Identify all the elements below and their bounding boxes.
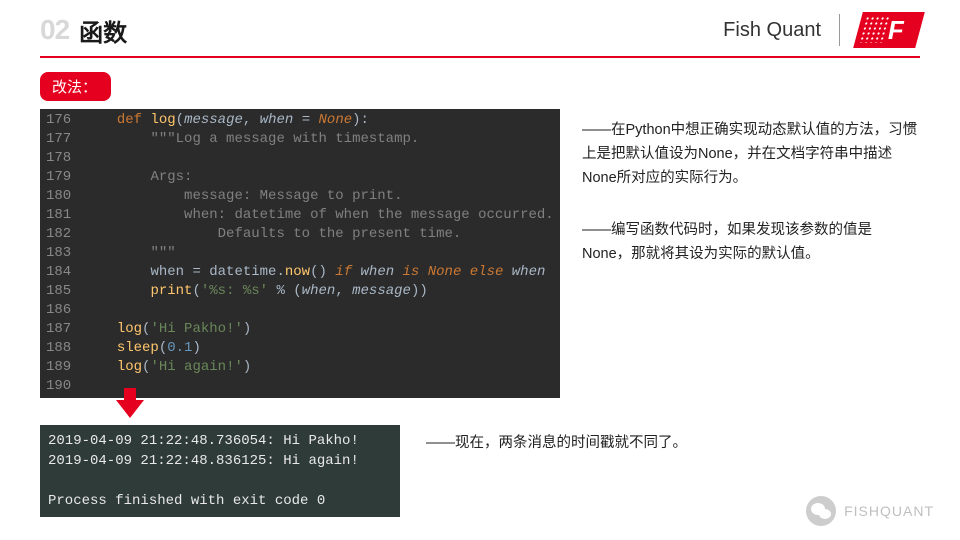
chapter-number: 02 (40, 14, 69, 46)
code-line (83, 377, 553, 396)
down-arrow-icon (116, 400, 144, 418)
chapter-title: 函数 (79, 13, 127, 48)
footer-watermark: FISHQUANT (806, 496, 934, 526)
brand-separator (839, 14, 840, 46)
code-line: sleep(0.1) (83, 339, 553, 358)
code-line (83, 301, 553, 320)
code-line: def log(message, when = None): (83, 111, 553, 130)
code-line: message: Message to print. (83, 187, 553, 206)
arrow-indicator (40, 400, 220, 423)
explanation-column: ——在Python中想正确实现动态默认值的方法，习惯上是把默认值设为None，并… (582, 109, 920, 398)
content-row: 1761771781791801811821831841851861871881… (0, 109, 960, 398)
code-editor: 1761771781791801811821831841851861871881… (40, 109, 560, 398)
code-line: """Log a message with timestamp. (83, 130, 553, 149)
output-explanation: ——现在，两条消息的时间戳就不同了。 (426, 425, 687, 452)
terminal-output: 2019-04-09 21:22:48.736054: Hi Pakho! 20… (40, 425, 400, 517)
code-line: log('Hi Pakho!') (83, 320, 553, 339)
page-header: 02 函数 Fish Quant F (0, 0, 960, 56)
code-line: Args: (83, 168, 553, 187)
code-line: log('Hi again!') (83, 358, 553, 377)
footer-account: FISHQUANT (844, 503, 934, 519)
brand-name: Fish Quant (723, 19, 821, 42)
code-column: 1761771781791801811821831841851861871881… (40, 109, 560, 398)
explanation-paragraph-1: ——在Python中想正确实现动态默认值的方法，习惯上是把默认值设为None，并… (582, 119, 920, 191)
code-line: Defaults to the present time. (83, 225, 553, 244)
code-line (83, 149, 553, 168)
code-line: """ (83, 244, 553, 263)
section-tag: 改法： (40, 72, 111, 101)
code-line: print('%s: %s' % (when, message)) (83, 282, 553, 301)
wechat-icon (806, 496, 836, 526)
line-number-gutter: 1761771781791801811821831841851861871881… (40, 109, 79, 398)
explanation-paragraph-2: ——编写函数代码时，如果发现该参数的值是None，那就将其设为实际的默认值。 (582, 219, 920, 267)
code-line: when = datetime.now() if when is None el… (83, 263, 553, 282)
brand-logo-icon: F (853, 12, 925, 48)
code-body: def log(message, when = None): """Log a … (79, 109, 559, 398)
header-right: Fish Quant F (723, 12, 920, 48)
code-line: when: datetime of when the message occur… (83, 206, 553, 225)
header-divider (40, 56, 920, 58)
